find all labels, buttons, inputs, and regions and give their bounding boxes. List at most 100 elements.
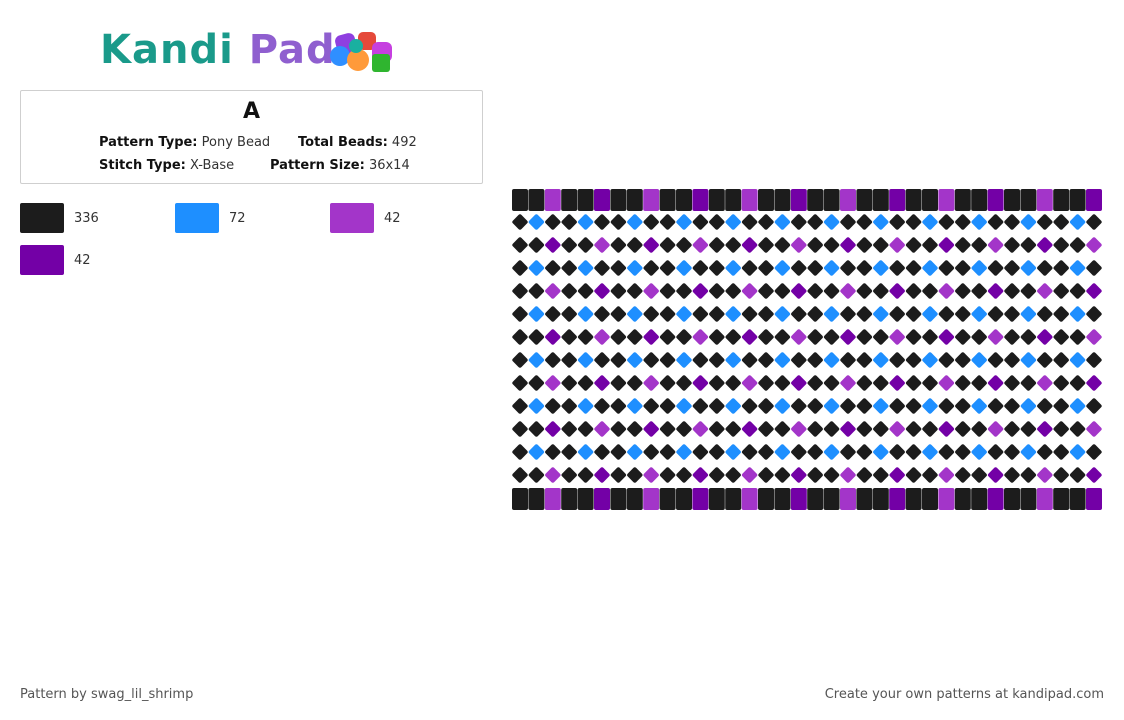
kandipad-promo-link[interactable]: Create your own patterns at kandipad.com	[825, 687, 1104, 702]
bead	[561, 260, 577, 276]
bead	[545, 467, 561, 483]
bead	[840, 398, 856, 414]
bead	[840, 237, 856, 253]
bead	[676, 237, 692, 253]
bead	[528, 329, 545, 345]
bead	[758, 352, 774, 368]
bead	[1053, 375, 1069, 391]
bead	[643, 375, 659, 391]
bead	[512, 283, 528, 299]
bead	[725, 444, 741, 460]
bead	[823, 237, 840, 253]
bead	[512, 214, 528, 230]
bead	[643, 306, 659, 322]
bead	[577, 467, 594, 483]
bead	[544, 488, 561, 510]
bead	[643, 352, 659, 368]
bead	[709, 237, 725, 253]
bead	[676, 375, 692, 391]
bead	[856, 237, 873, 253]
kandipad-logo[interactable]: Kandi Pad	[100, 26, 410, 76]
bead	[774, 488, 791, 510]
bead	[610, 237, 627, 253]
bead	[725, 421, 741, 437]
bead	[938, 444, 955, 460]
bead	[905, 467, 922, 483]
bead	[692, 398, 709, 414]
bead	[758, 237, 774, 253]
pattern-type-value: Pony Bead	[201, 135, 271, 150]
bead	[709, 283, 725, 299]
bead	[626, 488, 643, 510]
bead	[938, 283, 955, 299]
bead	[545, 375, 561, 391]
bead	[1069, 352, 1086, 368]
bead	[905, 260, 922, 276]
bead	[643, 444, 659, 460]
bead	[1053, 467, 1069, 483]
bead	[938, 306, 955, 322]
bead	[528, 352, 545, 368]
bead	[741, 283, 758, 299]
color-swatch	[330, 203, 374, 233]
bead	[1004, 283, 1020, 299]
bead	[1004, 237, 1020, 253]
bead	[610, 352, 627, 368]
bead	[840, 306, 856, 322]
bead	[659, 398, 676, 414]
bead	[1020, 488, 1037, 510]
bead	[1020, 375, 1037, 391]
bead	[840, 488, 856, 510]
bead	[741, 398, 758, 414]
bead	[561, 421, 577, 437]
bead	[955, 329, 971, 345]
bead	[807, 306, 823, 322]
bead	[1037, 375, 1053, 391]
bead	[1037, 306, 1053, 322]
bead	[512, 352, 528, 368]
bead	[922, 352, 938, 368]
bead	[758, 306, 774, 322]
bead	[1004, 352, 1020, 368]
bead	[758, 467, 774, 483]
bead	[1004, 398, 1020, 414]
bead	[659, 375, 676, 391]
bead	[594, 329, 610, 345]
bead	[676, 421, 692, 437]
pattern-credit[interactable]: Pattern by swag_lil_shrimp	[20, 687, 193, 702]
bead	[725, 352, 741, 368]
bead	[741, 260, 758, 276]
bead	[856, 421, 873, 437]
bead	[561, 488, 578, 510]
bead	[528, 421, 545, 437]
bead	[659, 283, 676, 299]
bead	[512, 398, 528, 414]
bead	[905, 306, 922, 322]
bead	[774, 306, 791, 322]
bead	[610, 260, 627, 276]
bead	[971, 329, 987, 345]
pattern-info-card: A Pattern Type: Pony Bead Total Beads: 4…	[20, 90, 483, 184]
bead	[889, 444, 905, 460]
bead	[889, 467, 905, 483]
bead	[1036, 488, 1053, 510]
bead	[725, 329, 741, 345]
bead	[528, 444, 545, 460]
bead	[1020, 260, 1037, 276]
bead	[561, 237, 577, 253]
bead	[512, 329, 528, 345]
bead	[758, 488, 774, 510]
bead	[1086, 421, 1102, 437]
bead	[922, 467, 938, 483]
bead-pattern-preview	[512, 189, 1102, 510]
bead	[1069, 283, 1086, 299]
bead	[594, 237, 610, 253]
bead	[807, 375, 823, 391]
bead	[791, 214, 807, 230]
bead	[955, 237, 971, 253]
bead	[1020, 329, 1037, 345]
bead	[840, 444, 856, 460]
bead	[1037, 352, 1053, 368]
bead	[987, 189, 1004, 211]
color-swatch	[175, 203, 219, 233]
